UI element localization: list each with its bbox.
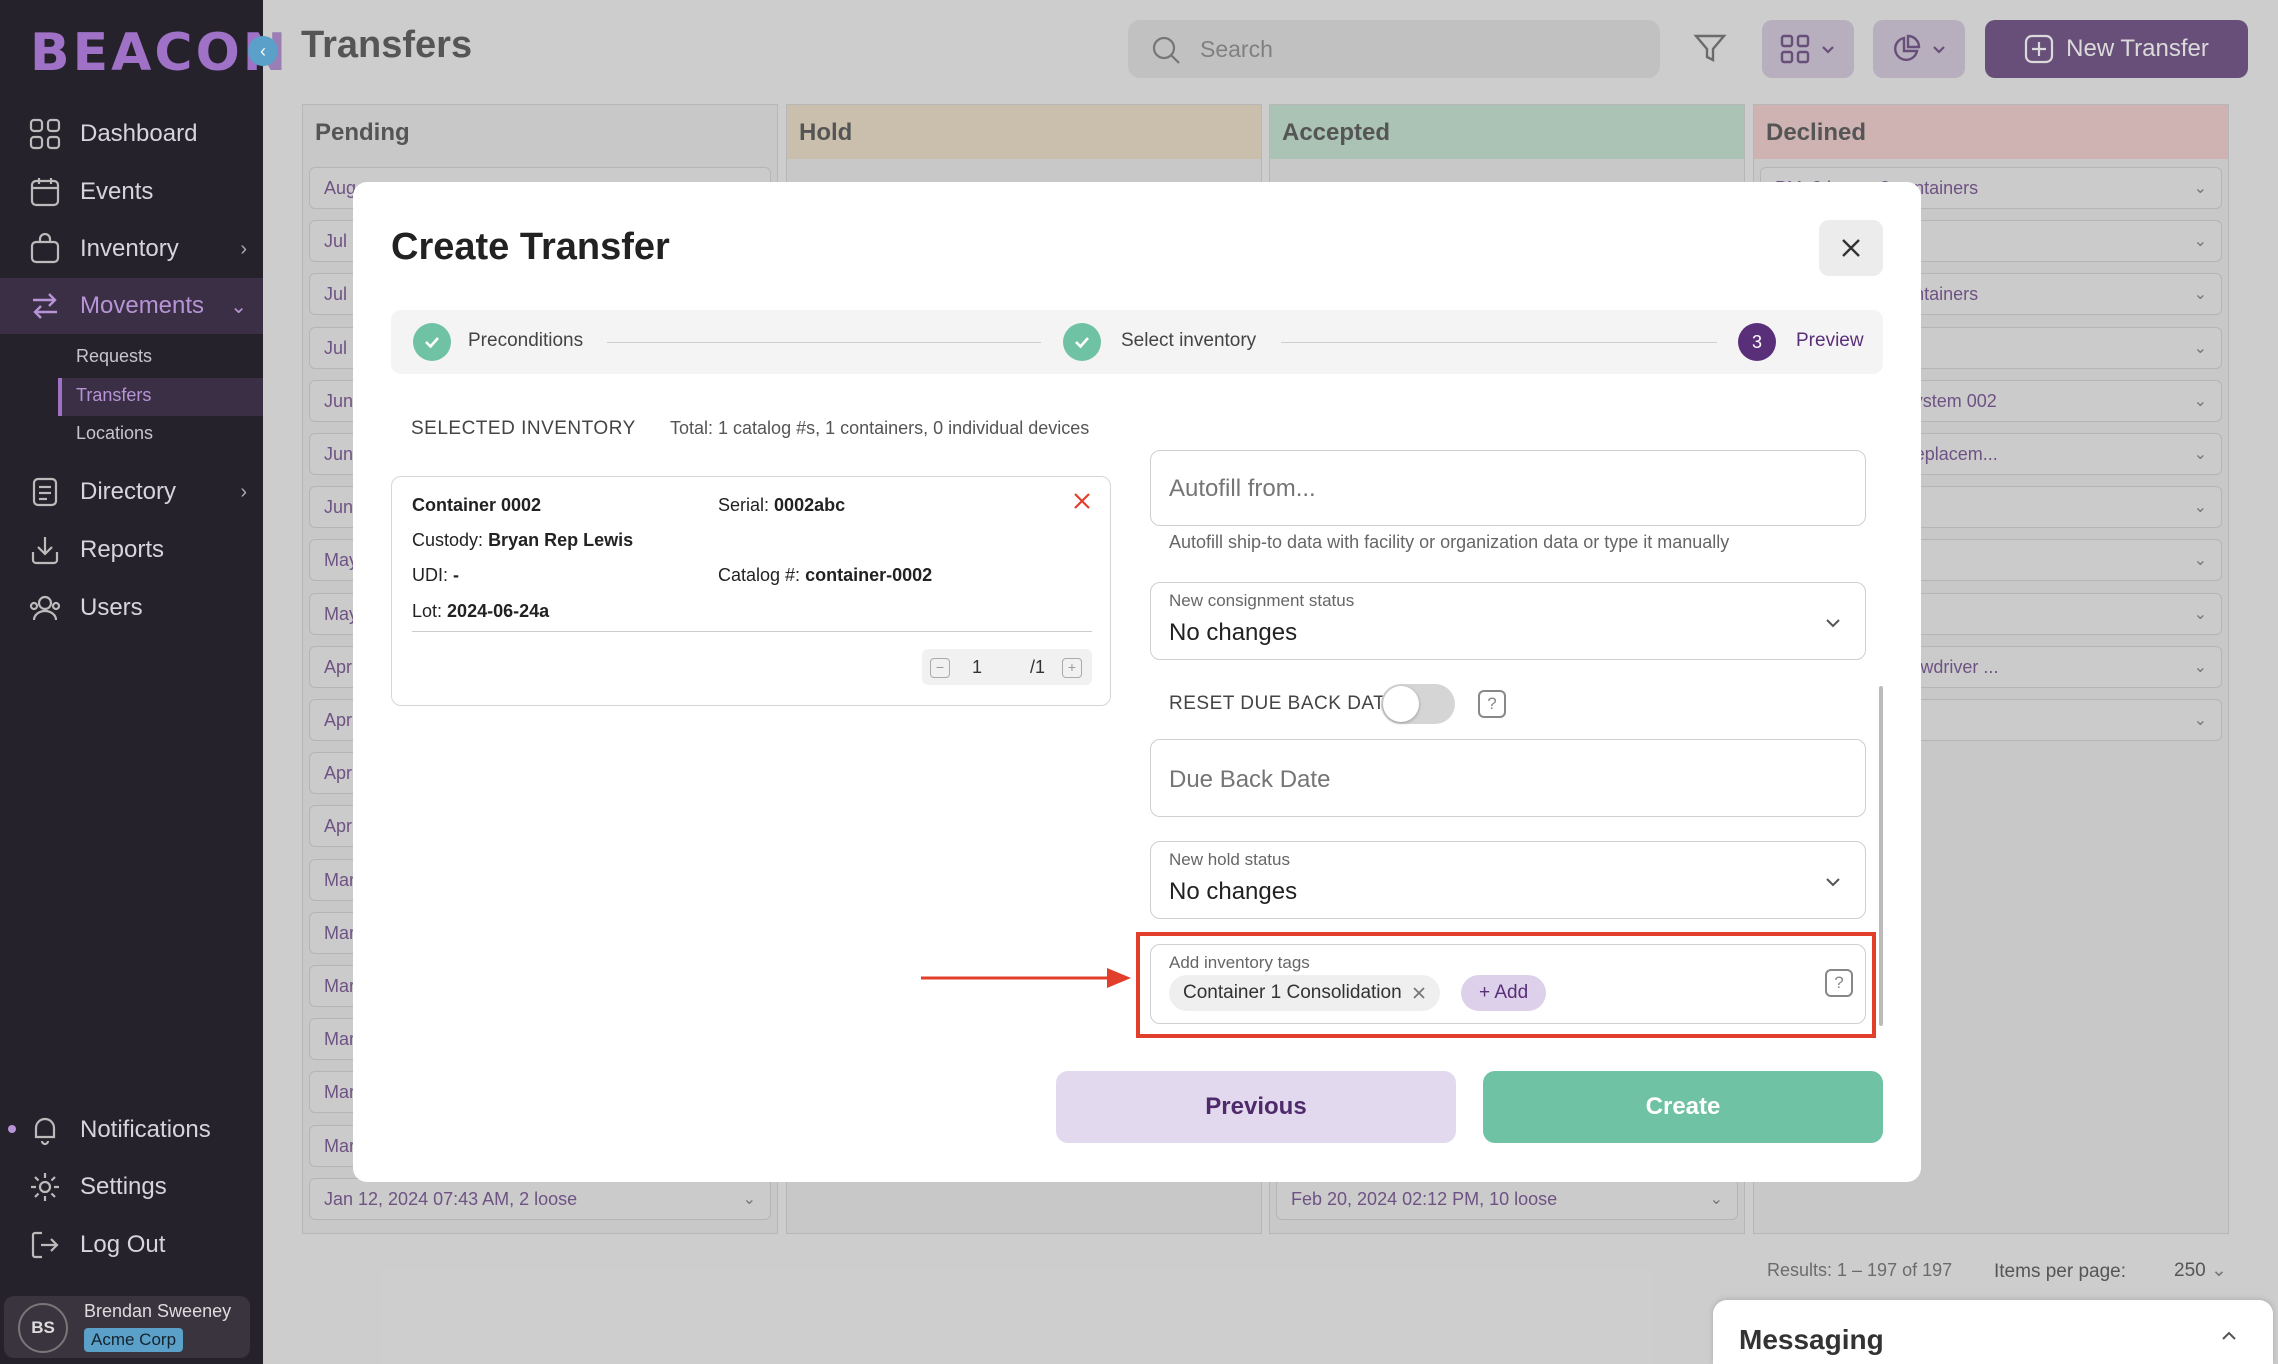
- item-lot: Lot: 2024-06-24a: [412, 601, 550, 621]
- close-button[interactable]: [1819, 220, 1883, 276]
- messaging-panel[interactable]: Messaging: [1713, 1300, 2273, 1364]
- sidebar-item-settings[interactable]: Settings: [0, 1159, 263, 1215]
- bell-icon: [28, 1113, 62, 1147]
- chevron-down-icon: ⌄: [230, 295, 247, 318]
- sidebar: BEACON Dashboard Events Inventory › Move…: [0, 0, 286, 1364]
- chevron-down-icon: [1826, 619, 1840, 628]
- sidebar-item-events[interactable]: Events: [0, 164, 263, 220]
- selected-inventory-total: Total: 1 catalog #s, 1 containers, 0 ind…: [670, 418, 1090, 438]
- sidebar-item-directory[interactable]: Directory ›: [0, 464, 263, 520]
- sidebar-item-inventory[interactable]: Inventory ›: [0, 221, 263, 277]
- sidebar-item-label: Directory: [80, 478, 177, 505]
- sidebar-subitem-locations[interactable]: Locations: [76, 423, 153, 444]
- item-catalog: Catalog #: container-0002: [718, 565, 933, 585]
- item-serial: Serial: 0002abc: [718, 495, 846, 515]
- due-back-date-field[interactable]: [1150, 739, 1866, 817]
- users-icon: [28, 591, 62, 625]
- divider: [412, 631, 1092, 632]
- step-connector: [1281, 342, 1717, 343]
- sidebar-item-reports[interactable]: Reports: [0, 522, 263, 578]
- sidebar-item-label: Users: [80, 594, 143, 621]
- sidebar-item-movements[interactable]: Movements ⌄: [0, 278, 263, 334]
- previous-button[interactable]: Previous: [1056, 1071, 1456, 1143]
- chevron-down-icon: [1826, 878, 1840, 887]
- create-transfer-modal: Create Transfer Preconditions Select inv…: [353, 182, 1921, 1182]
- sidebar-item-label: Reports: [80, 536, 165, 563]
- bag-icon: [28, 232, 62, 266]
- item-name: Container 0002: [412, 495, 542, 515]
- scrollbar[interactable]: [1879, 686, 1883, 1026]
- calendar-icon: [28, 175, 62, 209]
- sidebar-subitem-requests[interactable]: Requests: [76, 346, 152, 367]
- step-select-inventory: Select inventory: [1121, 330, 1257, 351]
- sidebar-item-label: Settings: [80, 1173, 167, 1200]
- create-button[interactable]: Create: [1483, 1071, 1883, 1143]
- due-back-date-input[interactable]: [1169, 762, 1819, 798]
- highlight-box: [1136, 932, 1876, 1038]
- field-label: New hold status: [1169, 850, 1290, 869]
- step-preview: Preview: [1796, 330, 1864, 351]
- collapse-sidebar-button[interactable]: ‹: [248, 36, 278, 66]
- grid-icon: [28, 117, 62, 151]
- check-icon: [1063, 323, 1101, 361]
- reset-due-back-label: RESET DUE BACK DATE: [1169, 693, 1399, 714]
- quantity-max: /1: [1030, 657, 1046, 677]
- help-icon[interactable]: ?: [1478, 690, 1506, 718]
- user-name: Brendan Sweeney: [84, 1301, 232, 1321]
- item-udi: UDI: -: [412, 565, 460, 585]
- field-value: No changes: [1169, 619, 1298, 646]
- close-icon: [1842, 239, 1860, 257]
- logout-icon: [28, 1228, 62, 1262]
- sidebar-item-dashboard[interactable]: Dashboard: [0, 106, 263, 162]
- chevron-right-icon: ›: [240, 237, 247, 260]
- toggle-knob: [1383, 686, 1419, 722]
- step-connector: [607, 342, 1041, 343]
- modal-title: Create Transfer: [391, 226, 670, 268]
- sidebar-item-label: Dashboard: [80, 120, 198, 147]
- sidebar-item-label: Inventory: [80, 235, 179, 262]
- hold-status-select[interactable]: New hold status No changes: [1150, 841, 1866, 919]
- chevron-right-icon: ›: [240, 480, 247, 503]
- item-custody: Custody: Bryan Rep Lewis: [412, 530, 634, 550]
- arrow-right-icon: [921, 968, 1131, 988]
- sidebar-item-label: Notifications: [80, 1116, 211, 1143]
- sidebar-item-label: Movements: [80, 292, 205, 319]
- gear-icon: [28, 1170, 62, 1204]
- quantity-input[interactable]: 1: [972, 657, 982, 678]
- sidebar-item-users[interactable]: Users: [0, 580, 263, 636]
- consignment-status-select[interactable]: New consignment status No changes: [1150, 582, 1866, 660]
- remove-item-button[interactable]: [1072, 491, 1092, 516]
- close-icon: [1074, 493, 1090, 509]
- check-icon: [413, 323, 451, 361]
- book-icon: [28, 475, 62, 509]
- autofill-input[interactable]: [1169, 471, 1819, 507]
- field-label: New consignment status: [1169, 591, 1355, 610]
- increment-button[interactable]: +: [1062, 658, 1082, 678]
- sidebar-item-logout[interactable]: Log Out: [0, 1217, 263, 1273]
- sidebar-subitem-transfers[interactable]: Transfers: [76, 385, 151, 406]
- sidebar-item-label: Log Out: [80, 1231, 166, 1258]
- arrows-icon: [28, 289, 62, 323]
- avatar: BS: [18, 1303, 68, 1353]
- autofill-field[interactable]: [1150, 450, 1866, 526]
- stepper: Preconditions Select inventory 3 Preview: [391, 310, 1883, 374]
- field-value: No changes: [1169, 878, 1298, 905]
- sidebar-item-notifications[interactable]: Notifications: [0, 1102, 263, 1158]
- autofill-hint: Autofill ship-to data with facility or o…: [1169, 532, 1730, 552]
- inventory-card: Container 0002 Serial: 0002abc Custody: …: [391, 476, 1111, 706]
- selected-inventory-label: SELECTED INVENTORY: [411, 418, 636, 439]
- chevron-up-icon: [2222, 1331, 2236, 1340]
- messaging-title: Messaging: [1739, 1324, 1884, 1355]
- quantity-stepper: − 1 /1 +: [922, 649, 1092, 685]
- download-icon: [28, 533, 62, 567]
- user-org-badge: Acme Corp: [84, 1328, 184, 1352]
- step-preconditions: Preconditions: [468, 330, 584, 351]
- step-number: 3: [1738, 323, 1776, 361]
- sidebar-item-label: Events: [80, 178, 154, 205]
- decrement-button[interactable]: −: [930, 658, 950, 678]
- reset-due-back-toggle[interactable]: [1381, 684, 1455, 724]
